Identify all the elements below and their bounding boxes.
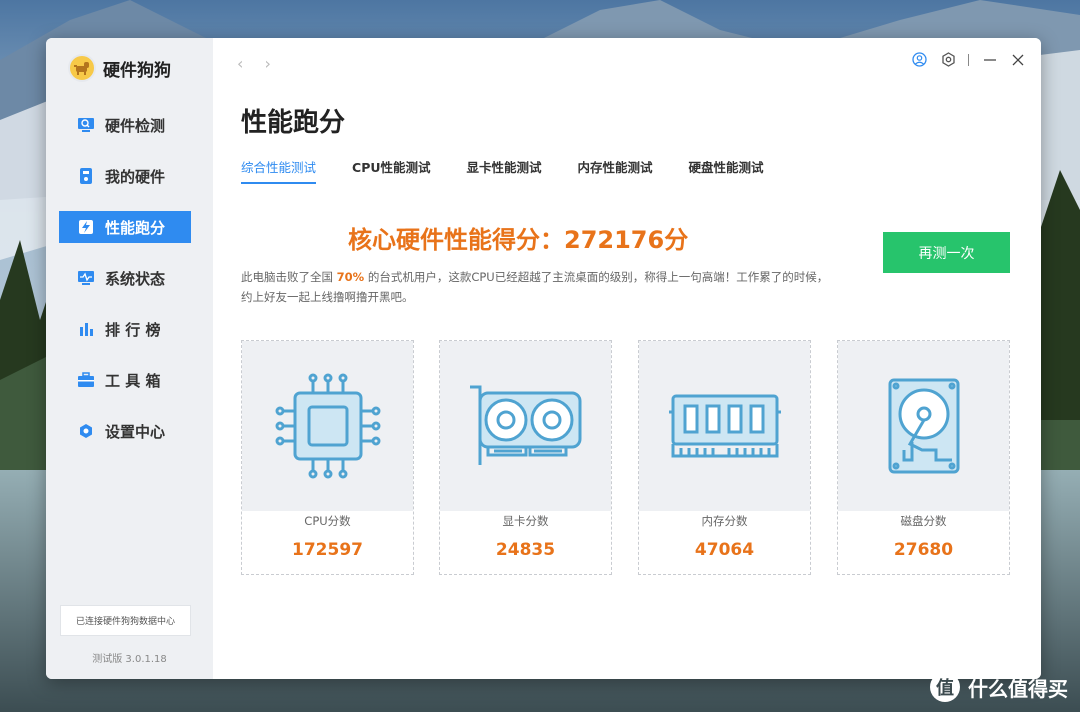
memory-score-label: 内存分数	[701, 514, 748, 528]
watermark-logo-icon: 值	[930, 672, 960, 702]
cpu-score-card: CPU分数 172597	[241, 340, 414, 575]
site-watermark: 值 什么值得买	[930, 672, 1068, 702]
version-label: 测试版 3.0.1.18	[92, 654, 167, 665]
watermark-text: 什么值得买	[968, 676, 1068, 701]
dog-logo-icon	[68, 54, 96, 82]
sidebar-item-system-status[interactable]: 系统状态	[59, 262, 191, 294]
user-icon[interactable]	[912, 52, 927, 67]
tab-memory[interactable]: 内存性能测试	[578, 157, 653, 184]
pulse-icon	[77, 269, 95, 287]
memory-score-card: 内存分数 47064	[638, 340, 811, 575]
desc-text-before: 此电脑击败了全国	[241, 270, 337, 284]
minimize-icon[interactable]	[983, 53, 997, 67]
memory-score-value: 47064	[694, 540, 755, 560]
settings-hex-icon	[77, 422, 95, 440]
app-logo: 硬件狗狗	[68, 54, 171, 82]
cpu-icon	[242, 341, 413, 511]
tab-overall[interactable]: 综合性能测试	[241, 157, 317, 184]
retest-button[interactable]: 再测一次	[883, 232, 1010, 273]
disk-score-label: 磁盘分数	[900, 514, 947, 528]
gpu-score-card: 显卡分数 24835	[439, 340, 612, 575]
sidebar-item-label: 我的硬件	[105, 167, 166, 186]
cpu-score-value: 172597	[292, 540, 363, 560]
sidebar-nav: 硬件检测 我的硬件 性能跑分 系统状态 排 行 榜 工 具 箱 设置中心	[59, 109, 191, 466]
sidebar-item-label: 排 行 榜	[105, 320, 161, 339]
desc-percent: 70%	[336, 270, 365, 284]
sidebar-item-hardware-detect[interactable]: 硬件检测	[59, 109, 191, 141]
sidebar-item-settings[interactable]: 设置中心	[59, 415, 191, 447]
control-divider	[968, 53, 969, 66]
forward-arrow-icon[interactable]: ›	[265, 54, 271, 73]
sidebar-item-benchmark[interactable]: 性能跑分	[59, 211, 191, 243]
tab-disk[interactable]: 硬盘性能测试	[689, 157, 764, 184]
device-icon	[77, 167, 95, 185]
total-score-headline: 核心硬件性能得分：272176分	[348, 226, 689, 254]
disk-score-value: 27680	[893, 540, 954, 560]
close-icon[interactable]	[1011, 53, 1025, 67]
monitor-search-icon	[77, 116, 95, 134]
app-window: 硬件狗狗 硬件检测 我的硬件 性能跑分 系统状态 排 行 榜 工 具 箱 设置中…	[46, 38, 1041, 679]
toolbox-icon	[77, 371, 95, 389]
app-name: 硬件狗狗	[103, 60, 171, 81]
disk-score-card: 磁盘分数 27680	[837, 340, 1010, 575]
gpu-score-label: 显卡分数	[502, 514, 549, 528]
main-panel: ‹ › 性能跑分 综合性能测试 CPU性能测试 显卡性能测试 内存性能测试 硬盘…	[213, 38, 1041, 679]
sidebar-item-label: 系统状态	[105, 269, 166, 288]
sidebar-item-label: 工 具 箱	[105, 371, 161, 390]
lightning-icon	[77, 218, 95, 236]
sidebar-item-my-hardware[interactable]: 我的硬件	[59, 160, 191, 192]
gpu-icon	[440, 341, 611, 511]
back-arrow-icon[interactable]: ‹	[237, 54, 243, 73]
score-description: 此电脑击败了全国 70% 的台式机用户，这款CPU已经超越了主流桌面的级别，称得…	[241, 267, 831, 307]
history-nav: ‹ ›	[237, 54, 287, 73]
sidebar: 硬件狗狗 硬件检测 我的硬件 性能跑分 系统状态 排 行 榜 工 具 箱 设置中…	[46, 38, 213, 679]
page-title: 性能跑分	[241, 108, 346, 138]
tab-cpu[interactable]: CPU性能测试	[352, 157, 431, 184]
sidebar-item-ranking[interactable]: 排 行 榜	[59, 313, 191, 345]
bar-chart-icon	[77, 320, 95, 338]
benchmark-tabs: 综合性能测试 CPU性能测试 显卡性能测试 内存性能测试 硬盘性能测试	[241, 157, 800, 184]
sidebar-item-label: 设置中心	[105, 422, 166, 441]
gpu-score-value: 24835	[495, 540, 556, 560]
cpu-score-label: CPU分数	[304, 514, 351, 528]
connection-status: 已连接硬件狗狗数据中心	[60, 605, 191, 636]
window-controls	[898, 52, 1025, 67]
sidebar-item-label: 硬件检测	[105, 116, 166, 135]
ram-icon	[639, 341, 810, 511]
hdd-icon	[838, 341, 1009, 511]
gear-icon[interactable]	[941, 52, 956, 67]
sidebar-item-label: 性能跑分	[105, 218, 166, 237]
tab-gpu[interactable]: 显卡性能测试	[467, 157, 542, 184]
sidebar-item-toolbox[interactable]: 工 具 箱	[59, 364, 191, 396]
